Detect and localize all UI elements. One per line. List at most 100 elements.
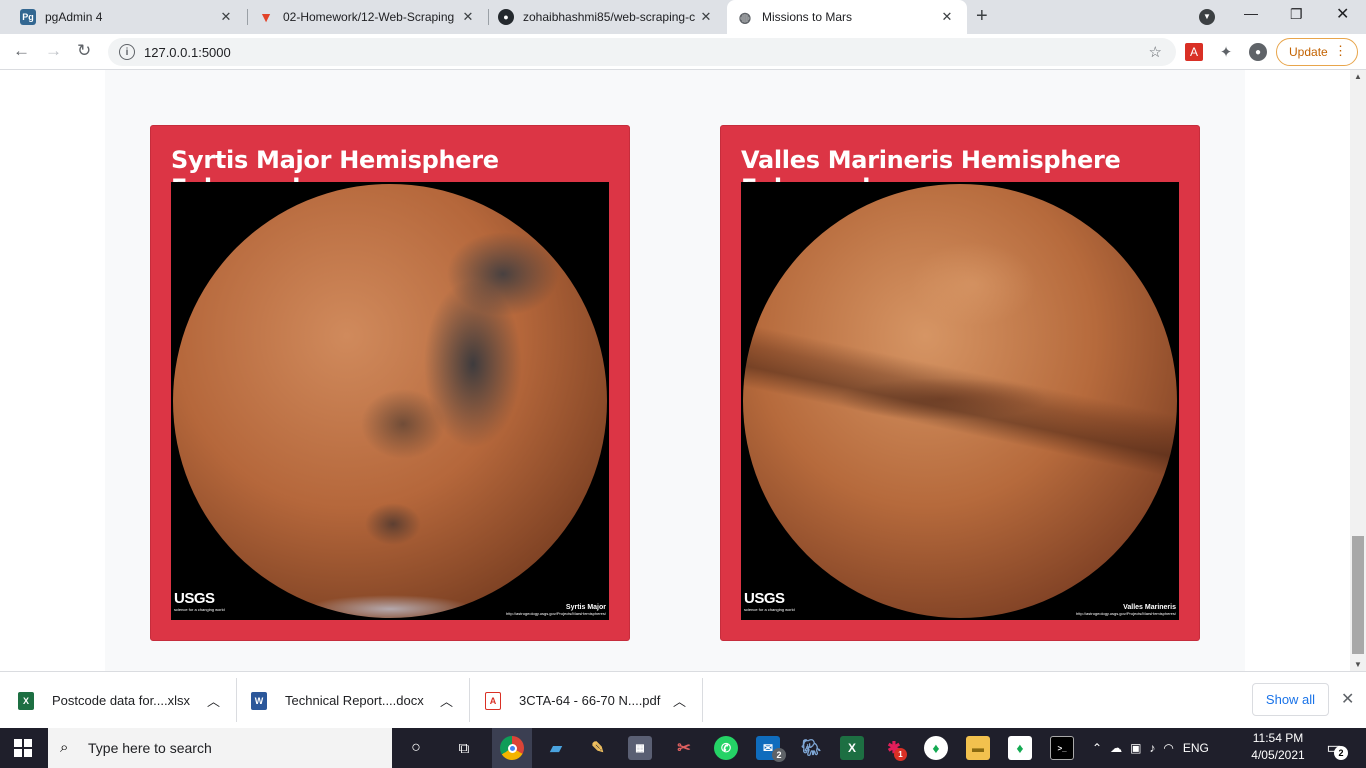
close-icon[interactable]: ✕ — [696, 9, 716, 25]
download-item[interactable]: A 3CTA-64 - 66-70 N....pdf — [485, 672, 660, 729]
image-caption: Syrtis Major http://astrogeology.usgs.gov… — [506, 604, 606, 616]
language-indicator[interactable]: ENG — [1183, 741, 1209, 755]
divider — [236, 678, 237, 722]
download-filename: Postcode data for....xlsx — [52, 693, 191, 708]
image-caption: Valles Marineris http://astrogeology.usgs… — [1076, 604, 1176, 616]
cortana-icon[interactable]: ○ — [404, 736, 428, 760]
download-filename: Technical Report....docx — [285, 693, 424, 708]
speaker-icon[interactable]: ♪ — [1149, 741, 1155, 755]
word-icon: W — [251, 691, 267, 710]
excel-taskbar-icon[interactable]: X — [840, 736, 864, 760]
bookmark-star-icon[interactable]: ☆ — [1149, 43, 1162, 61]
whatsapp-icon[interactable]: ✆ — [714, 736, 738, 760]
window-close-icon[interactable]: ✕ — [1336, 4, 1349, 24]
update-label: Update — [1289, 45, 1328, 59]
mongodb-icon[interactable]: ♦ — [1008, 736, 1032, 760]
close-downloads-icon[interactable]: ✕ — [1341, 689, 1354, 709]
back-icon[interactable]: ← — [13, 41, 30, 61]
postgres-icon[interactable]: 🐘︎ — [799, 736, 823, 760]
tab-github[interactable]: ● zohaibhashmi85/web-scraping-c ✕ — [488, 0, 726, 34]
tab-gitlab[interactable]: ▼ 02-Homework/12-Web-Scraping ✕ — [248, 0, 488, 34]
scrollbar-thumb[interactable] — [1352, 536, 1364, 654]
hemisphere-card: Valles Marineris Hemisphere Enhanced USG… — [720, 125, 1200, 641]
hemisphere-image[interactable]: USGS science for a changing world Valles … — [741, 182, 1179, 620]
downloads-bar: X Postcode data for....xlsx ︿ W Technica… — [0, 671, 1366, 728]
hemisphere-image[interactable]: USGS science for a changing world Syrtis … — [171, 182, 609, 620]
mars-syrtis-major-planet — [173, 184, 607, 618]
clock-time: 11:54 PM — [1252, 731, 1304, 745]
task-view-icon[interactable]: ⧉ — [452, 736, 476, 760]
restore-icon[interactable]: ❐ — [1290, 6, 1303, 23]
taskbar-search[interactable]: ⌕ Type here to search — [48, 728, 392, 768]
new-tab-icon[interactable]: + — [976, 5, 988, 28]
excel-icon: X — [18, 691, 34, 710]
page-viewport: Syrtis Major Hemisphere Enhanced USGSsci… — [0, 70, 1350, 671]
pdf-icon: A — [485, 691, 501, 710]
gitlab-icon: ▼ — [259, 9, 273, 25]
windows-start-icon[interactable] — [14, 739, 32, 757]
usgs-logo: USGS science for a changing world — [744, 590, 795, 612]
wifi-icon[interactable]: ◠ — [1163, 741, 1173, 755]
browser-toolbar: ← → ↻ i 127.0.0.1:5000 ☆ A ✦ ● Update ⋮ — [0, 34, 1366, 70]
address-bar[interactable]: i 127.0.0.1:5000 ☆ — [108, 38, 1176, 66]
mars-valles-marineris-planet — [743, 184, 1177, 618]
tab-search-icon[interactable]: ▼ — [1199, 9, 1215, 25]
profile-avatar-icon[interactable]: ● — [1249, 43, 1267, 61]
search-icon: ⌕ — [60, 739, 69, 756]
menu-dots-icon: ⋮ — [1334, 43, 1347, 58]
reload-icon[interactable]: ↻ — [77, 41, 91, 61]
scroll-down-icon[interactable]: ▼ — [1354, 660, 1362, 669]
minimize-icon[interactable]: — — [1244, 5, 1258, 21]
mongodb-compass-icon[interactable]: ♦ — [924, 736, 948, 760]
show-all-button[interactable]: Show all — [1252, 683, 1329, 716]
pgadmin-icon: Pg — [20, 9, 36, 25]
chevron-up-icon[interactable]: ︿ — [207, 672, 220, 729]
pdf-extension-icon[interactable]: A — [1185, 43, 1203, 61]
close-icon[interactable]: ✕ — [458, 9, 478, 25]
terminal-icon[interactable]: >_ — [1050, 736, 1074, 760]
update-button[interactable]: Update ⋮ — [1276, 38, 1358, 66]
notification-badge: 2 — [1334, 746, 1348, 760]
scroll-up-icon[interactable]: ▲ — [1354, 72, 1362, 81]
divider — [469, 678, 470, 722]
chevron-up-icon[interactable]: ︿ — [673, 672, 686, 729]
desktop-app-icon[interactable]: ▰ — [544, 736, 568, 760]
chevron-up-icon[interactable]: ⌃ — [1092, 741, 1102, 755]
tab-title: pgAdmin 4 — [45, 10, 103, 24]
file-explorer-icon[interactable]: ▬ — [966, 736, 990, 760]
close-icon[interactable]: ✕ — [937, 9, 957, 25]
outlook-badge: 2 — [772, 748, 786, 762]
tab-missions-to-mars[interactable]: ◍ Missions to Mars ✕ — [727, 0, 967, 34]
system-clock[interactable]: 11:54 PM 4/05/2021 — [1247, 730, 1309, 764]
slack-badge: 1 — [894, 748, 907, 761]
tab-title: Missions to Mars — [762, 10, 853, 24]
globe-icon: ◍ — [738, 8, 752, 25]
cloud-icon[interactable]: ☁ — [1110, 741, 1122, 755]
chevron-up-icon[interactable]: ︿ — [440, 672, 453, 729]
hemisphere-card: Syrtis Major Hemisphere Enhanced USGSsci… — [150, 125, 630, 641]
tab-title: zohaibhashmi85/web-scraping-c — [523, 10, 696, 24]
tab-pgadmin[interactable]: Pg pgAdmin 4 ✕ — [0, 0, 246, 34]
snipping-tool-icon[interactable]: ✂ — [672, 736, 696, 760]
github-icon: ● — [498, 9, 514, 25]
info-icon[interactable]: i — [119, 44, 135, 60]
paint-icon[interactable]: ✎ — [586, 736, 610, 760]
download-item[interactable]: W Technical Report....docx — [251, 672, 424, 729]
windows-taskbar: ⌕ Type here to search ○ ⧉ ▰ ✎ ▦ ✂ ✆ ✉ 2 … — [0, 728, 1366, 768]
usgs-logo: USGS science for a changing world — [174, 590, 225, 612]
page-scrollbar[interactable]: ▲ ▼ — [1350, 70, 1366, 671]
search-placeholder: Type here to search — [88, 740, 212, 756]
url-text[interactable]: 127.0.0.1:5000 — [144, 45, 231, 60]
download-filename: 3CTA-64 - 66-70 N....pdf — [519, 693, 661, 708]
extensions-puzzle-icon[interactable]: ✦ — [1217, 43, 1235, 61]
chrome-icon[interactable] — [500, 736, 524, 760]
clock-date: 4/05/2021 — [1251, 748, 1305, 762]
tab-strip: Pg pgAdmin 4 ✕ ▼ 02-Homework/12-Web-Scra… — [0, 0, 1366, 34]
tray-app-icon[interactable]: ▣ — [1130, 741, 1141, 755]
forward-icon[interactable]: → — [45, 41, 62, 61]
calculator-icon[interactable]: ▦ — [628, 736, 652, 760]
divider — [702, 678, 703, 722]
download-item[interactable]: X Postcode data for....xlsx — [18, 672, 190, 729]
tray-icons[interactable]: ⌃ ☁ ▣ ♪ ◠ ENG — [1092, 728, 1209, 768]
close-icon[interactable]: ✕ — [216, 9, 236, 25]
